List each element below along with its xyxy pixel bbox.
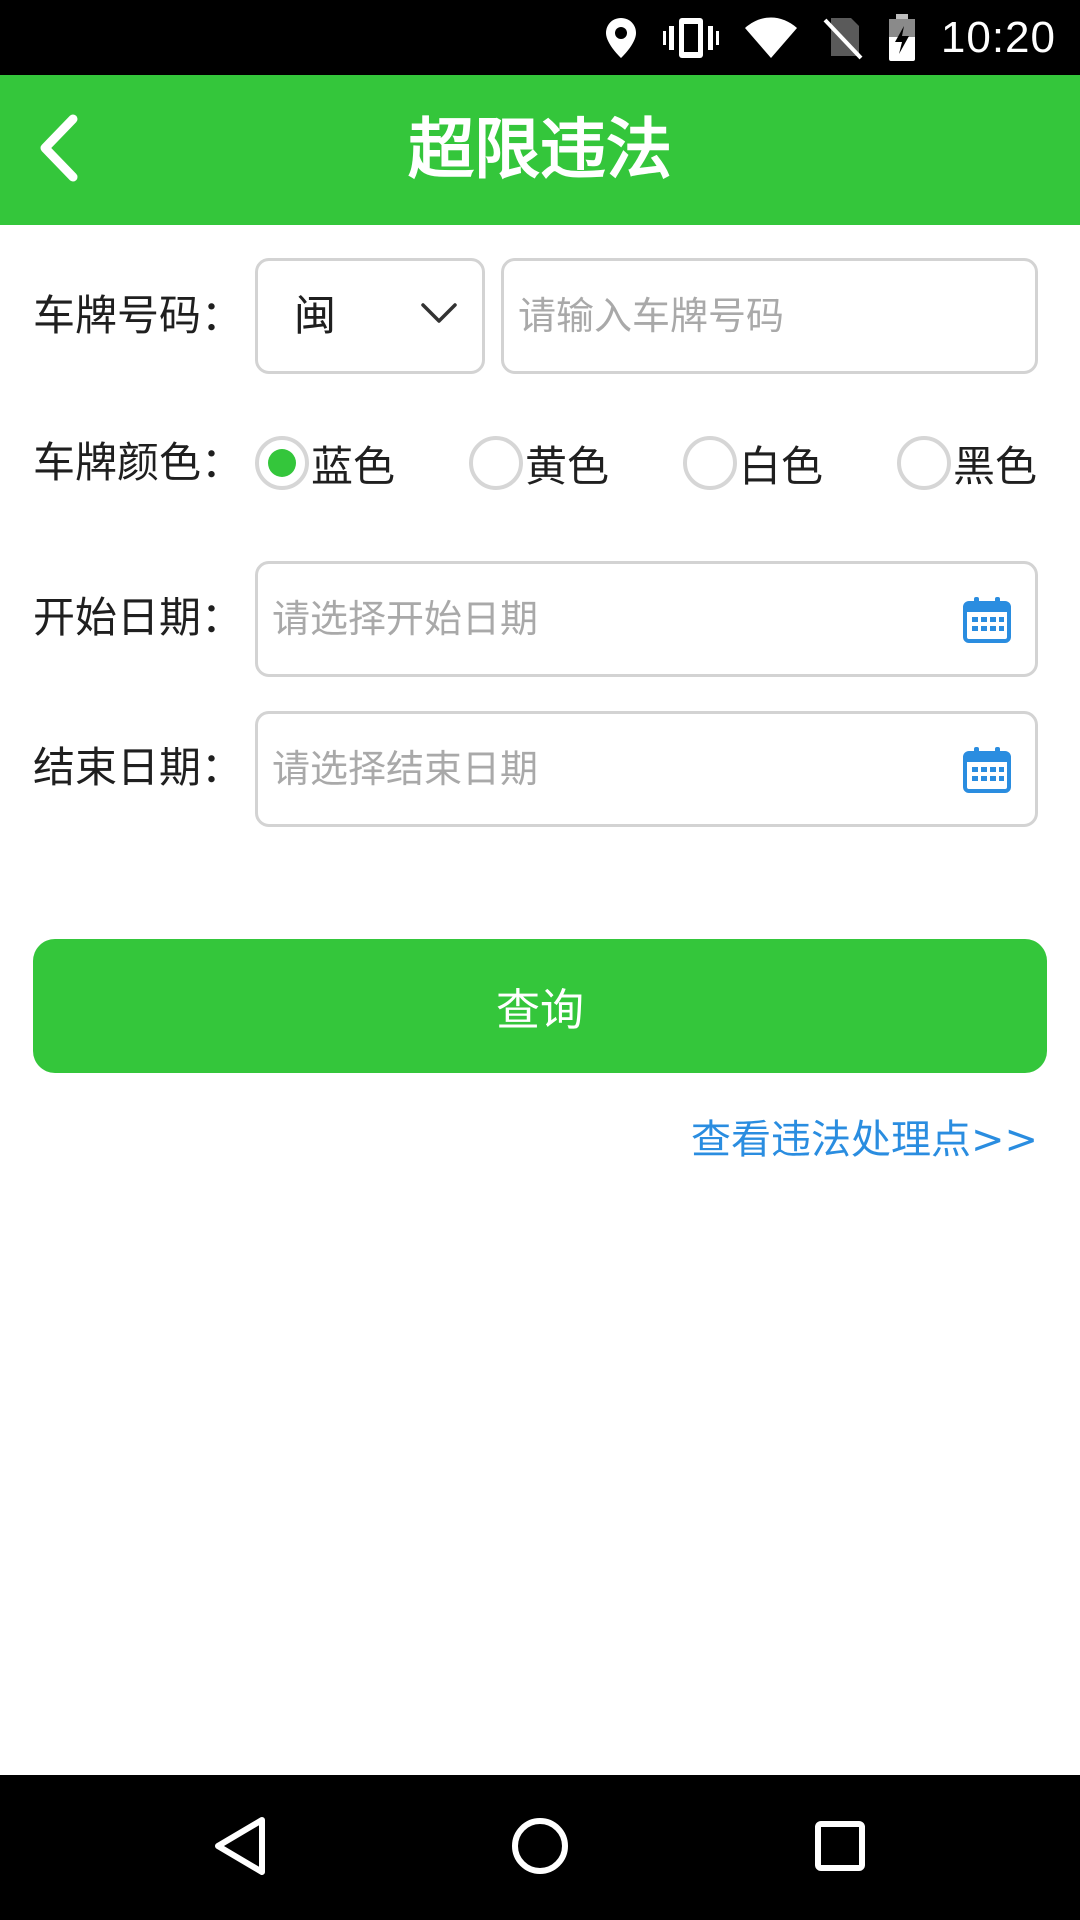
nav-recents-button[interactable] bbox=[780, 1775, 900, 1920]
page-title: 超限违法 bbox=[408, 111, 672, 188]
nav-home-button[interactable] bbox=[480, 1775, 600, 1920]
vibrate-icon bbox=[662, 16, 719, 60]
end-date-input[interactable]: 请选择结束日期 bbox=[255, 711, 1038, 827]
query-button[interactable]: 查询 bbox=[33, 939, 1047, 1073]
status-icons: 10:20 bbox=[603, 0, 1056, 75]
plate-color-label: 车牌颜色： bbox=[33, 438, 244, 487]
status-bar: 10:20 bbox=[0, 0, 1080, 75]
status-time: 10:20 bbox=[940, 13, 1056, 62]
start-date-input[interactable]: 请选择开始日期 bbox=[255, 561, 1038, 677]
radio-yellow[interactable]: 黄色 bbox=[469, 430, 609, 496]
end-date-label: 结束日期： bbox=[33, 743, 244, 792]
radio-label: 黑色 bbox=[953, 441, 1038, 491]
plate-number-label: 车牌号码： bbox=[33, 291, 244, 340]
recents-square-icon bbox=[814, 1820, 866, 1876]
back-triangle-icon bbox=[212, 1816, 268, 1880]
radio-label: 黄色 bbox=[525, 441, 610, 491]
app-bar: 超限违法 bbox=[0, 75, 1080, 225]
chevron-down-icon bbox=[420, 301, 458, 329]
calendar-icon[interactable] bbox=[963, 747, 1011, 797]
navigation-bar bbox=[0, 1775, 1080, 1920]
province-value: 闽 bbox=[294, 291, 337, 340]
plate-number-placeholder: 请输入车牌号码 bbox=[518, 294, 785, 338]
radio-black[interactable]: 黑色 bbox=[897, 430, 1037, 496]
radio-circle bbox=[683, 436, 737, 490]
start-date-placeholder: 请选择开始日期 bbox=[272, 597, 539, 641]
view-violation-points-link[interactable]: 查看违法处理点>> bbox=[691, 1110, 1038, 1170]
wifi-icon bbox=[743, 16, 799, 60]
nav-back-button[interactable] bbox=[180, 1775, 300, 1920]
location-icon bbox=[603, 16, 639, 60]
end-date-placeholder: 请选择结束日期 bbox=[272, 747, 539, 791]
battery-charging-icon bbox=[887, 13, 917, 62]
radio-circle bbox=[469, 436, 523, 490]
province-select[interactable]: 闽 bbox=[255, 258, 485, 374]
plate-number-input[interactable]: 请输入车牌号码 bbox=[501, 258, 1038, 374]
radio-blue[interactable]: 蓝色 bbox=[255, 430, 395, 496]
start-date-label: 开始日期： bbox=[33, 593, 244, 642]
radio-circle bbox=[897, 436, 951, 490]
no-sim-icon bbox=[823, 16, 863, 60]
radio-label: 白色 bbox=[739, 441, 824, 491]
calendar-icon[interactable] bbox=[963, 597, 1011, 647]
radio-circle-selected bbox=[255, 436, 309, 490]
radio-label: 蓝色 bbox=[311, 441, 396, 491]
home-circle-icon bbox=[511, 1817, 569, 1879]
radio-white[interactable]: 白色 bbox=[683, 430, 823, 496]
